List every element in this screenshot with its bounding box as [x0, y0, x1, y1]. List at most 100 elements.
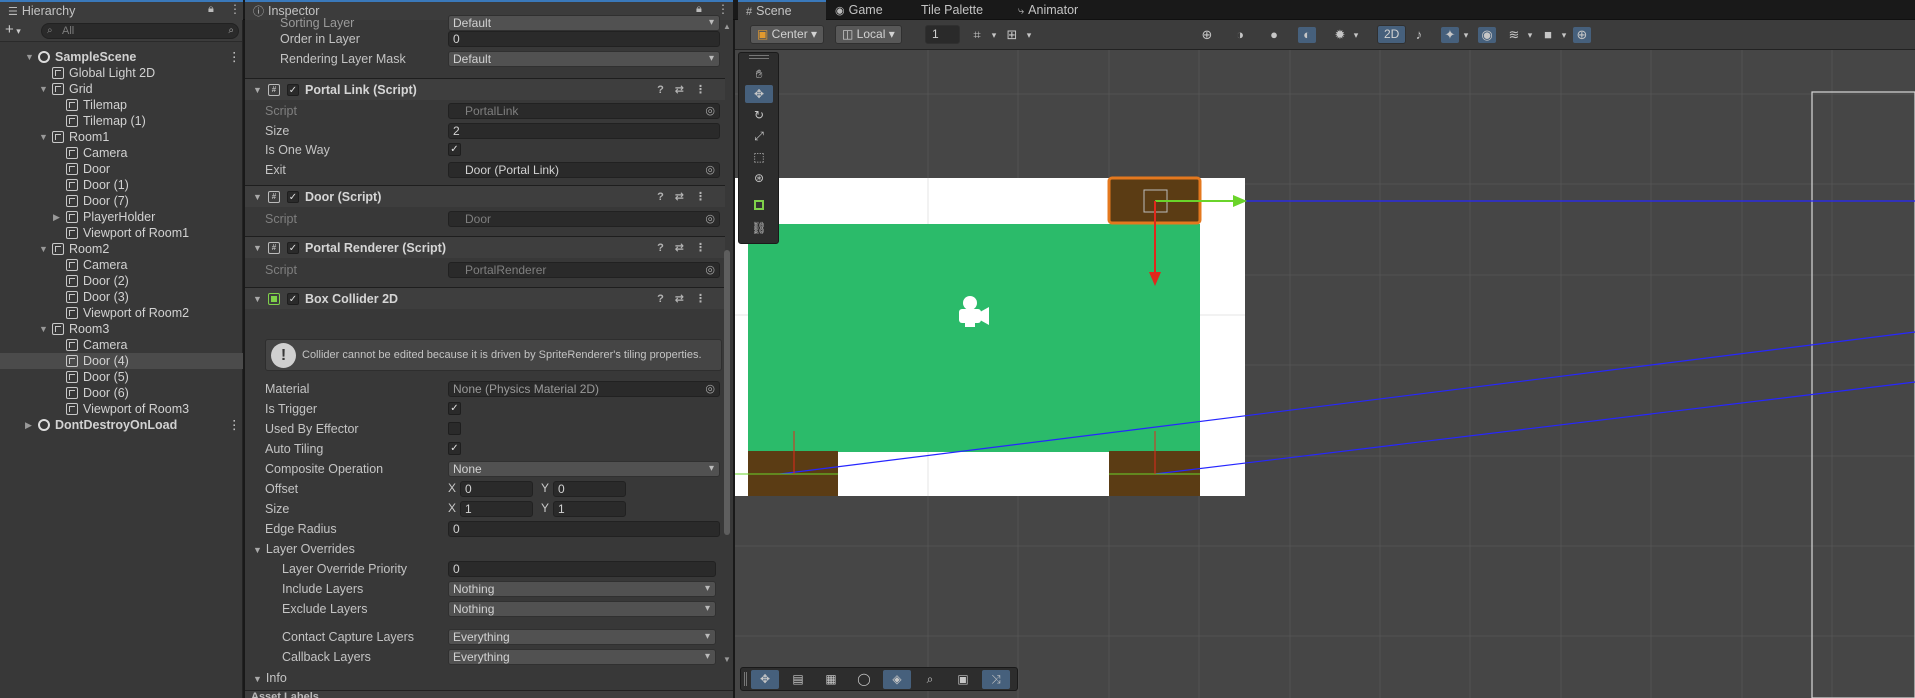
add-object-button[interactable]: + ▾	[5, 21, 21, 38]
override-priority-field[interactable]: 0	[448, 561, 716, 577]
exclude-layers-dropdown[interactable]: Nothing	[448, 601, 716, 617]
shading-mode-icon[interactable]: ◑	[1231, 27, 1249, 43]
effects-dropdown-icon[interactable]: ▾	[1457, 27, 1475, 43]
scroll-up-arrow[interactable]: ▲	[723, 22, 731, 31]
contact-capture-dropdown[interactable]: Everything	[448, 629, 716, 645]
tile-move-tool-icon[interactable]: ✥	[751, 670, 779, 689]
rotate-tool-icon[interactable]: ↻	[745, 106, 773, 124]
hierarchy-scene-row[interactable]: ▶ DontDestroyOnLoad ⋮	[0, 417, 243, 433]
tile-grid-tool-icon[interactable]: ▦	[817, 670, 845, 689]
edge-radius-field[interactable]: 0	[448, 521, 720, 537]
expand-arrow-icon[interactable]: ▼	[39, 241, 48, 257]
overlay-drag-handle[interactable]	[749, 55, 769, 59]
hierarchy-item[interactable]: Door	[0, 161, 243, 177]
hierarchy-item[interactable]: ▼ Room2	[0, 241, 243, 257]
hierarchy-item[interactable]: Viewport of Room1	[0, 225, 243, 241]
hierarchy-item[interactable]: Door (2)	[0, 273, 243, 289]
gizmos-toggle-icon[interactable]: ⊕	[1573, 27, 1591, 43]
foldout-arrow-icon[interactable]: ▼	[253, 186, 262, 208]
custom-tool-icon[interactable]: ⛓︎	[745, 219, 773, 237]
foldout-arrow-icon[interactable]: ▼	[253, 79, 262, 101]
size-x-field[interactable]: 1	[460, 501, 533, 517]
material-field[interactable]: None (Physics Material 2D)	[448, 381, 720, 397]
mode-2d-toggle[interactable]: 2D	[1377, 25, 1407, 44]
is-trigger-checkbox[interactable]: ✓	[448, 402, 461, 415]
tile-circle-tool-icon[interactable]: ◯	[850, 670, 878, 689]
expand-arrow-icon[interactable]: ▼	[25, 49, 34, 65]
grid-size-field[interactable]: 1	[925, 25, 960, 44]
rect-tool-icon[interactable]: ⬚	[745, 148, 773, 166]
draw-mode-icon[interactable]: ⊕	[1198, 27, 1216, 43]
increment-snap-dropdown-icon[interactable]: ▾	[1020, 27, 1038, 43]
inspector-scrollbar[interactable]: ▲ ▼	[723, 22, 731, 690]
hierarchy-item[interactable]: ▼ Grid	[0, 81, 243, 97]
tile-palette-tool-icon[interactable]: ▤	[784, 670, 812, 689]
scene-menu-icon[interactable]: ⋮	[228, 49, 241, 65]
hierarchy-item[interactable]: ▼ Room1	[0, 129, 243, 145]
transform-tool-icon[interactable]: ⊛	[745, 169, 773, 187]
portal-renderer-enabled-checkbox[interactable]: ✓	[287, 242, 299, 254]
portal-link-size-field[interactable]: 2	[448, 123, 720, 139]
lit-shading-icon[interactable]: ◐	[1298, 27, 1316, 43]
hand-tool-icon[interactable]: ✋︎	[745, 65, 773, 83]
box-collider-enabled-checkbox[interactable]: ✓	[287, 293, 299, 305]
hierarchy-item[interactable]: Door (3)	[0, 289, 243, 305]
hierarchy-item[interactable]: ▶ PlayerHolder	[0, 209, 243, 225]
sorting-layer-dropdown[interactable]: Default	[448, 15, 720, 31]
hierarchy-item[interactable]: Door (6)	[0, 385, 243, 401]
hierarchy-scene-row[interactable]: ▼ SampleScene ⋮	[0, 49, 243, 65]
collapse-arrow-icon[interactable]: ▶	[53, 209, 60, 225]
offset-y-field[interactable]: 0	[553, 481, 626, 497]
info-foldout[interactable]: ▼ Info	[253, 669, 287, 687]
foldout-arrow-icon[interactable]: ▼	[253, 288, 262, 310]
expand-arrow-icon[interactable]: ▼	[39, 321, 48, 337]
offset-x-field[interactable]: 0	[460, 481, 533, 497]
increment-snap-icon[interactable]: ⊞	[1003, 27, 1021, 43]
inspector-menu-icon[interactable]: ⋮	[717, 2, 729, 16]
component-header-icons[interactable]: ?⇄⋮	[657, 288, 717, 310]
portal-link-exit-field[interactable]: Door (Portal Link)	[448, 162, 720, 178]
scroll-down-arrow[interactable]: ▼	[723, 655, 731, 664]
expand-arrow-icon[interactable]: ▼	[39, 129, 48, 145]
tab-scene[interactable]: # Scene	[738, 0, 826, 20]
foldout-arrow-icon[interactable]: ▼	[253, 237, 262, 259]
tab-animator[interactable]: ⤷ Animator	[1010, 0, 1086, 20]
solid-shading-icon[interactable]: ●	[1265, 27, 1283, 43]
hierarchy-item[interactable]: Tilemap (1)	[0, 113, 243, 129]
component-header-icons[interactable]: ?⇄⋮	[657, 79, 717, 101]
layer-overrides-foldout[interactable]: ▼ Layer Overrides	[253, 540, 355, 558]
component-header-icons[interactable]: ?⇄⋮	[657, 237, 717, 259]
scale-tool-icon[interactable]: ⤢	[745, 127, 773, 145]
callback-layers-dropdown[interactable]: Everything	[448, 649, 716, 665]
auto-tiling-checkbox[interactable]: ✓	[448, 442, 461, 455]
hierarchy-item[interactable]: Door (7)	[0, 193, 243, 209]
layers-dropdown-icon[interactable]: ▾	[1521, 27, 1539, 43]
order-in-layer-field[interactable]: 0	[448, 31, 720, 47]
hierarchy-item[interactable]: Tilemap	[0, 97, 243, 113]
scrollbar-thumb[interactable]	[724, 250, 730, 535]
hierarchy-item[interactable]: Camera	[0, 257, 243, 273]
tile-search-tool-icon[interactable]: ⌕	[916, 670, 944, 689]
tab-game[interactable]: ◉ Game	[827, 0, 891, 20]
hierarchy-item[interactable]: Door (4)	[0, 353, 243, 369]
hierarchy-lock-icon[interactable]: 🔒︎	[208, 3, 214, 16]
include-layers-dropdown[interactable]: Nothing	[448, 581, 716, 597]
hierarchy-item[interactable]: Door (5)	[0, 369, 243, 385]
door-enabled-checkbox[interactable]: ✓	[287, 191, 299, 203]
door-script-header[interactable]: ▼ # ✓ Door (Script) ?⇄⋮	[245, 185, 725, 207]
pivot-dropdown[interactable]: ▣ Center ▾	[750, 25, 825, 44]
size-y-field[interactable]: 1	[553, 501, 626, 517]
audio-toggle-icon[interactable]: ♪	[1410, 27, 1428, 43]
lighting-dropdown-icon[interactable]: ▾	[1347, 27, 1365, 43]
hierarchy-item[interactable]: Door (1)	[0, 177, 243, 193]
box-collider-header[interactable]: ▼ ✓ Box Collider 2D ?⇄⋮	[245, 287, 725, 309]
portal-link-header[interactable]: ▼ # ✓ Portal Link (Script) ?⇄⋮	[245, 78, 725, 100]
move-tool-icon[interactable]: ✥	[745, 85, 773, 103]
component-header-icons[interactable]: ?⇄⋮	[657, 186, 717, 208]
scene-view[interactable]	[735, 50, 1915, 698]
expand-arrow-icon[interactable]: ▼	[39, 81, 48, 97]
hierarchy-item[interactable]: ▼ Room3	[0, 321, 243, 337]
camera-dropdown-icon[interactable]: ▾	[1555, 27, 1573, 43]
rendering-layer-mask-dropdown[interactable]: Default	[448, 51, 720, 67]
hierarchy-item[interactable]: Viewport of Room3	[0, 401, 243, 417]
